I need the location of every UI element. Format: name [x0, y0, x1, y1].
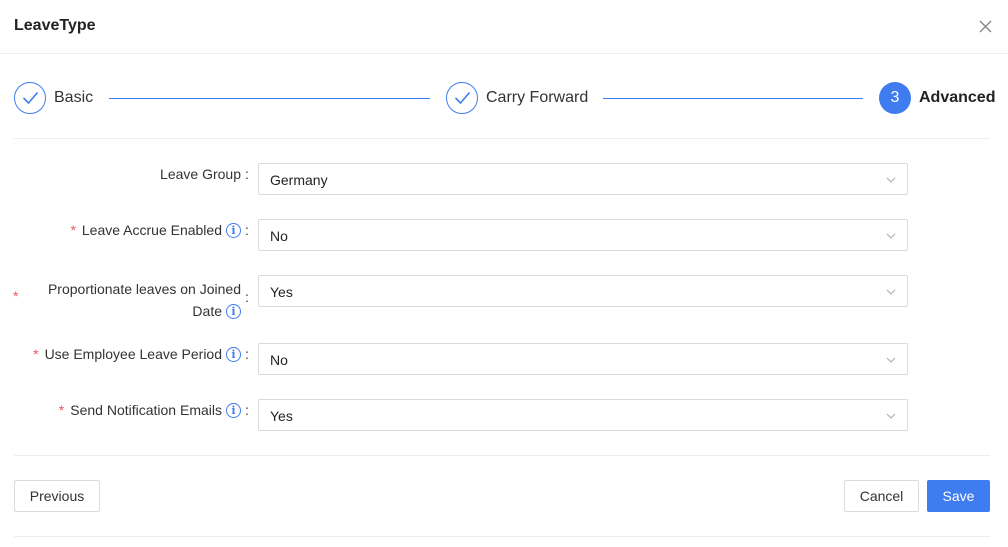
divider	[14, 455, 990, 456]
label-colon: :	[245, 289, 249, 305]
divider	[14, 138, 990, 139]
employee-period-select[interactable]: No	[258, 343, 908, 375]
proportionate-select[interactable]: Yes	[258, 275, 908, 307]
employee-period-label: Use Employee Leave Period	[44, 346, 222, 362]
step-carry-forward-label: Carry Forward	[486, 89, 589, 106]
chevron-down-icon	[886, 233, 896, 239]
step-connector	[109, 98, 430, 99]
required-mark: *	[70, 222, 76, 238]
required-mark: *	[33, 346, 39, 362]
proportionate-label-line2: Date	[192, 303, 222, 319]
notification-label: Send Notification Emails	[70, 402, 222, 418]
form-row-leave-accrue: * Leave Accrue Enabled i : No	[0, 219, 1008, 251]
field-label: Proportionate leaves on Joined Date i	[48, 278, 241, 322]
chevron-down-icon	[886, 177, 896, 183]
label-colon: :	[245, 402, 249, 418]
label-colon: :	[245, 222, 249, 238]
cancel-button[interactable]: Cancel	[844, 480, 919, 512]
select-value: No	[270, 228, 288, 244]
chevron-down-icon	[886, 357, 896, 363]
info-icon[interactable]: i	[226, 402, 241, 418]
select-value: Germany	[270, 172, 328, 188]
stepper: Basic Carry Forward 3 Advanced	[0, 54, 1008, 139]
field-label: * Use Employee Leave Period i	[33, 346, 241, 363]
label-colon: :	[245, 346, 249, 362]
form-row-employee-period: * Use Employee Leave Period i : No	[0, 343, 1008, 375]
leave-accrue-label: Leave Accrue Enabled	[81, 222, 222, 238]
info-icon[interactable]: i	[226, 222, 241, 238]
dialog-title: LeaveType	[14, 17, 96, 34]
divider	[14, 536, 990, 537]
form-row-proportionate: * Proportionate leaves on Joined Date i :…	[0, 275, 1008, 319]
chevron-down-icon	[886, 289, 896, 295]
info-icon[interactable]: i	[226, 303, 241, 319]
step-advanced-number: 3	[879, 82, 911, 114]
dialog-header: LeaveType	[0, 0, 1008, 54]
step-basic-label: Basic	[54, 89, 94, 106]
close-icon[interactable]	[975, 16, 997, 38]
label-colon: :	[245, 166, 249, 182]
required-mark: *	[13, 288, 19, 304]
leave-group-select[interactable]: Germany	[258, 163, 908, 195]
required-mark: *	[58, 402, 65, 418]
form-row-notification: * Send Notification Emails i : Yes	[0, 399, 1008, 431]
field-label: Leave Group	[160, 166, 241, 182]
select-value: No	[270, 352, 288, 368]
form-row-leave-group: Leave Group : Germany	[0, 163, 1008, 195]
step-carry-forward-check-icon	[446, 82, 478, 114]
step-basic-check-icon	[14, 82, 46, 114]
previous-button[interactable]: Previous	[14, 480, 100, 512]
field-label: * Send Notification Emails i	[59, 402, 241, 419]
select-value: Yes	[270, 408, 293, 424]
field-label: * Leave Accrue Enabled i	[70, 222, 241, 239]
leave-accrue-select[interactable]: No	[258, 219, 908, 251]
step-advanced-label: Advanced	[919, 89, 996, 106]
save-button[interactable]: Save	[927, 480, 990, 512]
notification-select[interactable]: Yes	[258, 399, 908, 431]
info-icon[interactable]: i	[226, 346, 241, 362]
chevron-down-icon	[886, 413, 896, 419]
step-connector	[603, 98, 863, 99]
leave-group-label: Leave Group	[160, 166, 241, 182]
proportionate-label-line1: Proportionate leaves on Joined	[47, 281, 241, 297]
select-value: Yes	[270, 284, 293, 300]
